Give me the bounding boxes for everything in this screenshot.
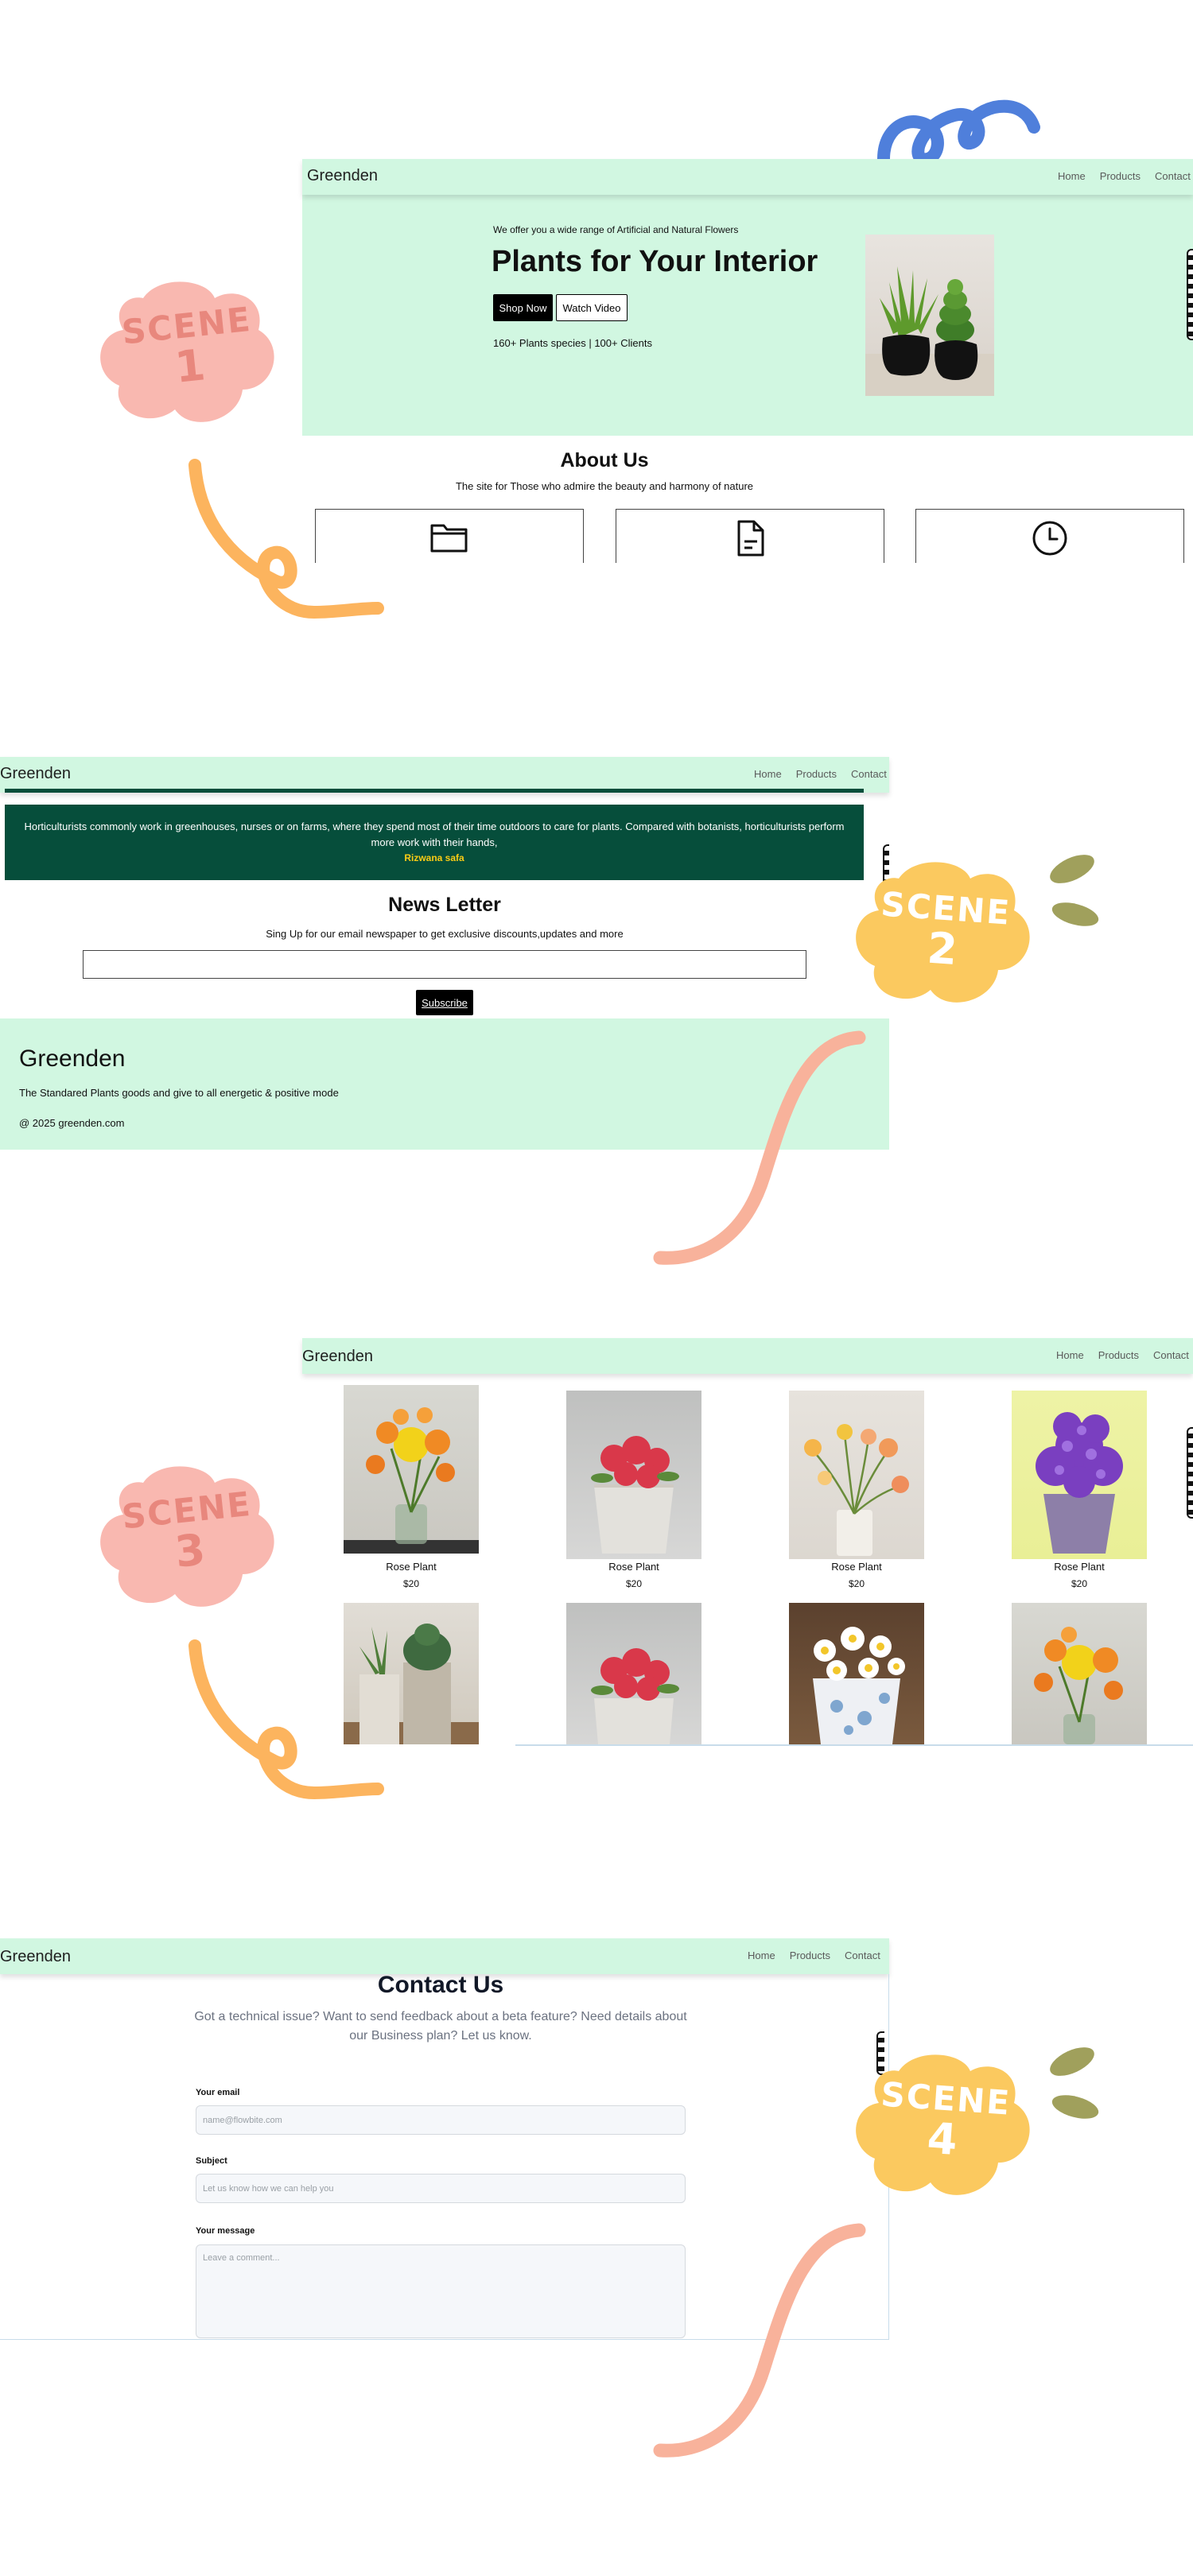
hero-title: Plants for Your Interior [492,245,818,278]
product-image-daisies[interactable] [789,1603,924,1744]
contact-subtitle: Got a technical issue? Want to send feed… [194,2010,687,2043]
shop-now-button[interactable]: Shop Now [493,294,553,321]
product-name: Rose Plant [386,1561,437,1573]
product-name: Rose Plant [608,1561,659,1573]
watch-video-button[interactable]: Watch Video [556,294,628,321]
product-price: $20 [625,1578,643,1589]
nav-products-link[interactable]: Products [1100,170,1141,182]
product-name: Rose Plant [1054,1561,1105,1573]
brand-logo[interactable]: Greenden [0,1948,71,1966]
folder-icon [430,524,468,553]
footer-tagline: The Standared Plants goods and give to a… [19,1087,339,1099]
hero-stats: 160+ Plants species | 100+ Clients [493,337,652,349]
brand-logo[interactable]: Greenden [302,1348,373,1366]
salmon-squiggle-decoration [653,1030,866,1265]
nav-products-link[interactable]: Products [790,1949,830,1961]
subject-label: Subject [196,2156,227,2166]
hero-tagline: We offer you a wide range of Artificial … [493,224,739,235]
about-title: About Us [560,449,649,471]
nav-contact-link[interactable]: Contact [845,1949,880,1961]
nav-home-link[interactable]: Home [754,768,782,780]
message-label: Your message [196,2226,255,2236]
hero-section-1 [302,159,1193,436]
navbar-1: Greenden Home Products Contact [302,159,1193,195]
scene-2-label: SCENE 2 [880,884,1012,976]
nav-home-link[interactable]: Home [1056,1349,1084,1361]
nav-home-link[interactable]: Home [748,1949,775,1961]
nav-home-link[interactable]: Home [1058,170,1086,182]
product-image-orange-bouquet[interactable] [344,1385,479,1554]
footer-brand: Greenden [19,1046,126,1072]
newsletter-subtitle: Sing Up for our email newspaper to get e… [266,928,624,940]
nav-products-link[interactable]: Products [1098,1349,1139,1361]
scene-3-label: SCENE 3 [119,1484,254,1577]
navbar-3: Greenden Home Products Contact [302,1338,1193,1374]
section-divider [5,789,864,793]
clock-icon [1032,521,1067,556]
footer-copyright: @ 2025 greenden.com [19,1117,125,1129]
email-field[interactable]: name@flowbite.com [196,2105,686,2135]
product-price: $20 [402,1578,420,1589]
about-card-2[interactable] [616,509,884,563]
salmon-squiggle-decoration [653,2223,866,2458]
subject-field[interactable]: Let us know how we can help you [196,2174,686,2203]
carousel-edge-indicator [1187,249,1193,340]
leaf-decoration [1050,2047,1099,2119]
screenshot-bottom-edge [515,1744,1193,1746]
scene-1-label: SCENE 1 [119,299,254,393]
testimonial-box: Horticulturists commonly work in greenho… [5,805,864,880]
nav-contact-link[interactable]: Contact [851,768,887,780]
product-price: $20 [1071,1578,1088,1589]
navbar-4: Greenden Home Products Contact [0,1938,889,1974]
product-image-red-roses[interactable] [566,1391,701,1559]
product-name: Rose Plant [831,1561,882,1573]
product-image-red-roses[interactable] [566,1603,701,1744]
newsletter-email-input[interactable] [83,950,806,979]
product-price: $20 [848,1578,865,1589]
product-image-orange-bouquet[interactable] [1012,1603,1147,1744]
testimonial-text: Horticulturists commonly work in greenho… [24,821,845,848]
subscribe-button[interactable]: Subscribe [416,990,473,1015]
leaf-decoration [1050,855,1099,926]
carousel-edge-indicator [1187,1427,1193,1519]
nav-products-link[interactable]: Products [796,768,837,780]
brand-logo[interactable]: Greenden [307,167,378,185]
navbar-2: Greenden Home Products Contact [0,757,889,793]
document-icon [737,520,764,557]
product-image-purple-flowers[interactable] [1012,1391,1147,1559]
contact-title: Contact Us [377,1972,504,1998]
brand-logo[interactable]: Greenden [0,765,71,783]
about-card-1[interactable] [315,509,584,563]
product-image-ranunculus[interactable] [789,1391,924,1559]
message-textarea[interactable]: Leave a comment... [196,2244,686,2338]
testimonial-author: Rizwana safa [404,852,464,863]
scene-4-label: SCENE 4 [880,2074,1012,2166]
hero-plant-image [865,235,994,396]
product-image-succulents[interactable] [344,1603,479,1744]
email-label: Your email [196,2088,240,2097]
about-card-3[interactable] [915,509,1184,563]
newsletter-title: News Letter [388,894,501,916]
nav-contact-link[interactable]: Contact [1153,1349,1189,1361]
about-subtitle: The site for Those who admire the beauty… [455,480,754,492]
nav-contact-link[interactable]: Contact [1155,170,1191,182]
